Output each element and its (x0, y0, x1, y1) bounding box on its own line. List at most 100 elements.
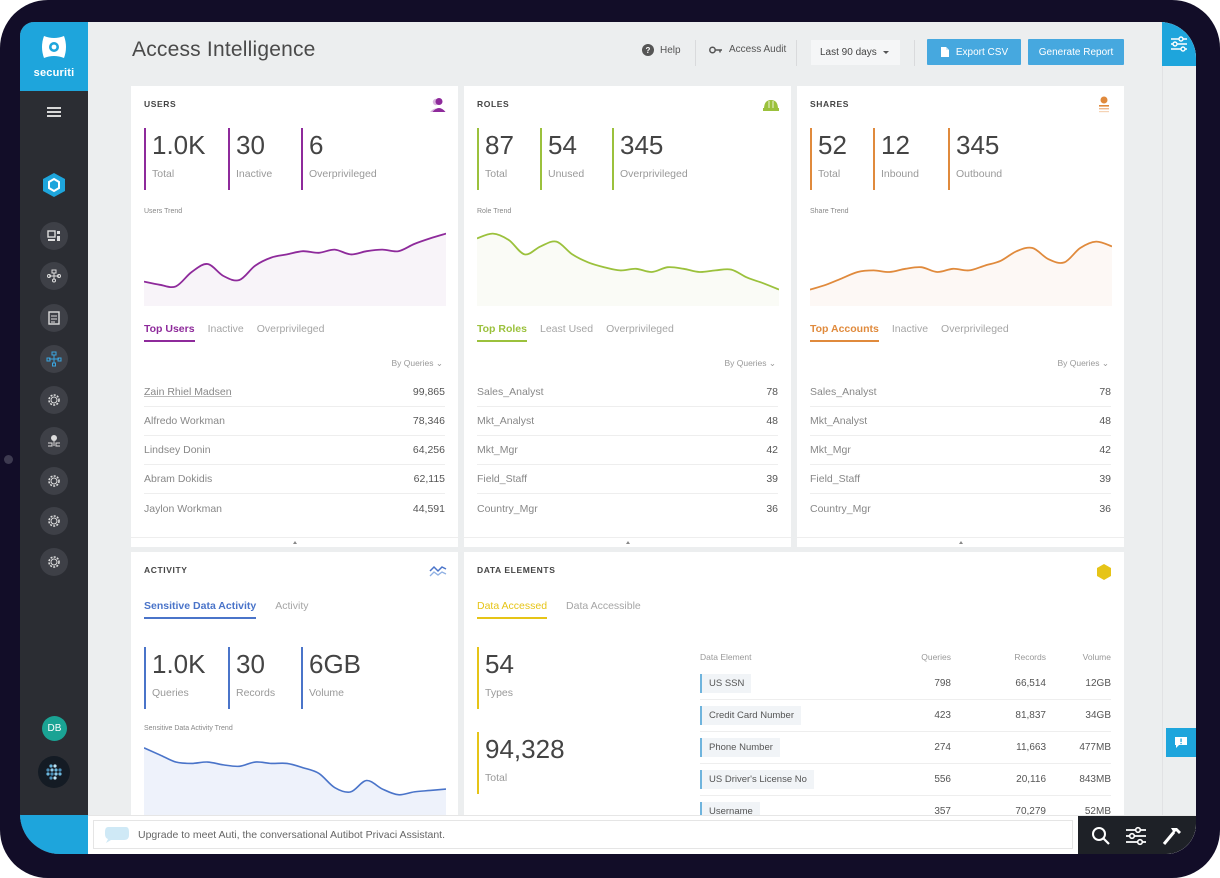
integration-icon[interactable] (40, 427, 68, 455)
topology-icon[interactable] (40, 345, 68, 373)
access-audit-link[interactable]: Access Audit (709, 44, 786, 55)
user-avatar[interactable]: DB (42, 716, 67, 741)
list-item[interactable]: Country_Mgr 36 (810, 494, 1111, 523)
stat-value: 87 (485, 130, 514, 160)
help-link[interactable]: ? Help (642, 44, 681, 56)
list-item[interactable]: Alfredo Workman 78,346 (144, 407, 445, 436)
column-header-records[interactable]: Records (951, 652, 1046, 662)
list-item[interactable]: Mkt_Mgr 42 (477, 436, 778, 465)
stat-value: 30 (236, 649, 265, 679)
account-name: Country_Mgr (810, 502, 871, 515)
table-row[interactable]: Credit Card Number 423 81,837 34GB (700, 700, 1111, 732)
tab-overprivileged[interactable]: Overprivileged (257, 323, 325, 342)
stat-value: 54 (485, 649, 514, 679)
stat-label: Records (236, 687, 276, 699)
sort-by-dropdown[interactable]: By Queries ⌄ (391, 358, 443, 369)
sort-by-dropdown[interactable]: By Queries ⌄ (724, 358, 776, 369)
assistant-input[interactable]: Upgrade to meet Auti, the conversational… (93, 820, 1073, 849)
sliders-icon[interactable] (1125, 826, 1147, 846)
tab-overprivileged[interactable]: Overprivileged (941, 323, 1009, 342)
stat-value: 12 (881, 130, 910, 160)
tab-least-used[interactable]: Least Used (540, 323, 593, 342)
tab-sensitive-data-activity[interactable]: Sensitive Data Activity (144, 600, 257, 619)
roles-tabs: Top Roles Least Used Overprivileged (477, 323, 674, 342)
checklist-icon[interactable] (40, 304, 68, 332)
tab-inactive[interactable]: Inactive (208, 323, 244, 342)
roles-stat-total: 87 Total (477, 128, 514, 190)
list-item[interactable]: Sales_Analyst 78 (477, 378, 778, 407)
gear-icon[interactable] (40, 386, 68, 414)
volume-cell: 34GB (1085, 710, 1111, 721)
help-icon: ? (642, 44, 654, 56)
list-item[interactable]: Mkt_Analyst 48 (477, 407, 778, 436)
apps-grid-icon[interactable] (38, 756, 70, 788)
list-item[interactable]: Sales_Analyst 78 (810, 378, 1111, 407)
column-header-data-element[interactable]: Data Element (700, 652, 876, 662)
network-icon[interactable] (40, 262, 68, 290)
collapse-toggle[interactable] (464, 537, 791, 547)
shares-stat-inbound: 12 Inbound (873, 128, 919, 190)
list-item[interactable]: Lindsey Donin 64,256 (144, 436, 445, 465)
brand-logo[interactable]: securiti (20, 22, 88, 91)
shares-trend-label: Share Trend (810, 208, 849, 215)
table-row[interactable]: US Driver's License No 556 20,116 843MB (700, 764, 1111, 796)
query-count: 78 (766, 386, 778, 398)
tab-activity[interactable]: Activity (275, 600, 308, 619)
dashboard-icon[interactable] (40, 222, 68, 250)
roles-title: ROLES (477, 99, 510, 109)
tab-data-accessed[interactable]: Data Accessed (477, 600, 548, 619)
gear-icon[interactable] (40, 507, 68, 535)
stat-label: Total (152, 168, 175, 180)
column-header-queries[interactable]: Queries (876, 652, 951, 662)
user-name: Alfredo Workman (144, 415, 225, 427)
export-csv-button[interactable]: Export CSV (927, 39, 1021, 65)
sort-by-dropdown[interactable]: By Queries ⌄ (1057, 358, 1109, 369)
list-item[interactable]: Field_Staff 39 (810, 465, 1111, 494)
volume-cell: 12GB (1085, 678, 1111, 689)
list-item[interactable]: Mkt_Analyst 48 (810, 407, 1111, 436)
hammer-icon[interactable] (1161, 825, 1183, 847)
table-row[interactable]: US SSN 798 66,514 12GB (700, 668, 1111, 700)
tab-data-accessible[interactable]: Data Accessible (566, 600, 641, 619)
header-divider (695, 40, 696, 66)
menu-icon[interactable] (47, 107, 61, 117)
list-item[interactable]: Jaylon Workman 44,591 (144, 494, 445, 523)
camera-dot (4, 455, 13, 464)
data-elements-table: Data Element Queries Records Volume US S… (700, 646, 1111, 828)
collapse-toggle[interactable] (131, 537, 458, 547)
list-item[interactable]: Country_Mgr 36 (477, 494, 778, 523)
list-item[interactable]: Mkt_Mgr 42 (810, 436, 1111, 465)
stat-label: Total (485, 168, 508, 180)
table-row[interactable]: Phone Number 274 11,663 477MB (700, 732, 1111, 764)
gear-icon[interactable] (40, 467, 68, 495)
stat-value: 345 (620, 130, 664, 160)
sort-label: By Queries (391, 358, 434, 368)
users-stat-inactive: 30 Inactive (228, 128, 272, 190)
data-elements-tabs: Data Accessed Data Accessible (477, 600, 641, 619)
tab-top-accounts[interactable]: Top Accounts (810, 323, 879, 342)
sidebar: securiti DB (20, 22, 88, 854)
data-element-chip[interactable]: US Driver's License No (700, 770, 814, 789)
query-count: 42 (1099, 444, 1111, 456)
date-range-select[interactable]: Last 90 days (811, 40, 900, 65)
data-element-chip[interactable]: Phone Number (700, 738, 780, 757)
list-item[interactable]: Abram Dokidis 62,115 (144, 465, 445, 494)
generate-report-button[interactable]: Generate Report (1028, 39, 1124, 65)
tab-inactive[interactable]: Inactive (892, 323, 928, 342)
hexagon-logo-icon[interactable] (42, 172, 66, 198)
filter-panel-button[interactable] (1162, 22, 1196, 66)
user-name-link[interactable]: Zain Rhiel Madsen (144, 386, 232, 398)
tab-top-roles[interactable]: Top Roles (477, 323, 527, 342)
data-element-chip[interactable]: US SSN (700, 674, 752, 693)
search-icon[interactable] (1091, 826, 1111, 846)
feedback-button[interactable] (1166, 728, 1196, 757)
tab-overprivileged[interactable]: Overprivileged (606, 323, 674, 342)
gear-icon[interactable] (40, 548, 68, 576)
column-header-volume[interactable]: Volume (1046, 652, 1111, 662)
list-item[interactable]: Zain Rhiel Madsen 99,865 (144, 378, 445, 407)
tab-top-users[interactable]: Top Users (144, 323, 195, 342)
list-item[interactable]: Field_Staff 39 (477, 465, 778, 494)
collapse-toggle[interactable] (797, 537, 1124, 547)
data-element-chip[interactable]: Credit Card Number (700, 706, 801, 725)
roles-stat-overprivileged: 345 Overprivileged (612, 128, 688, 190)
